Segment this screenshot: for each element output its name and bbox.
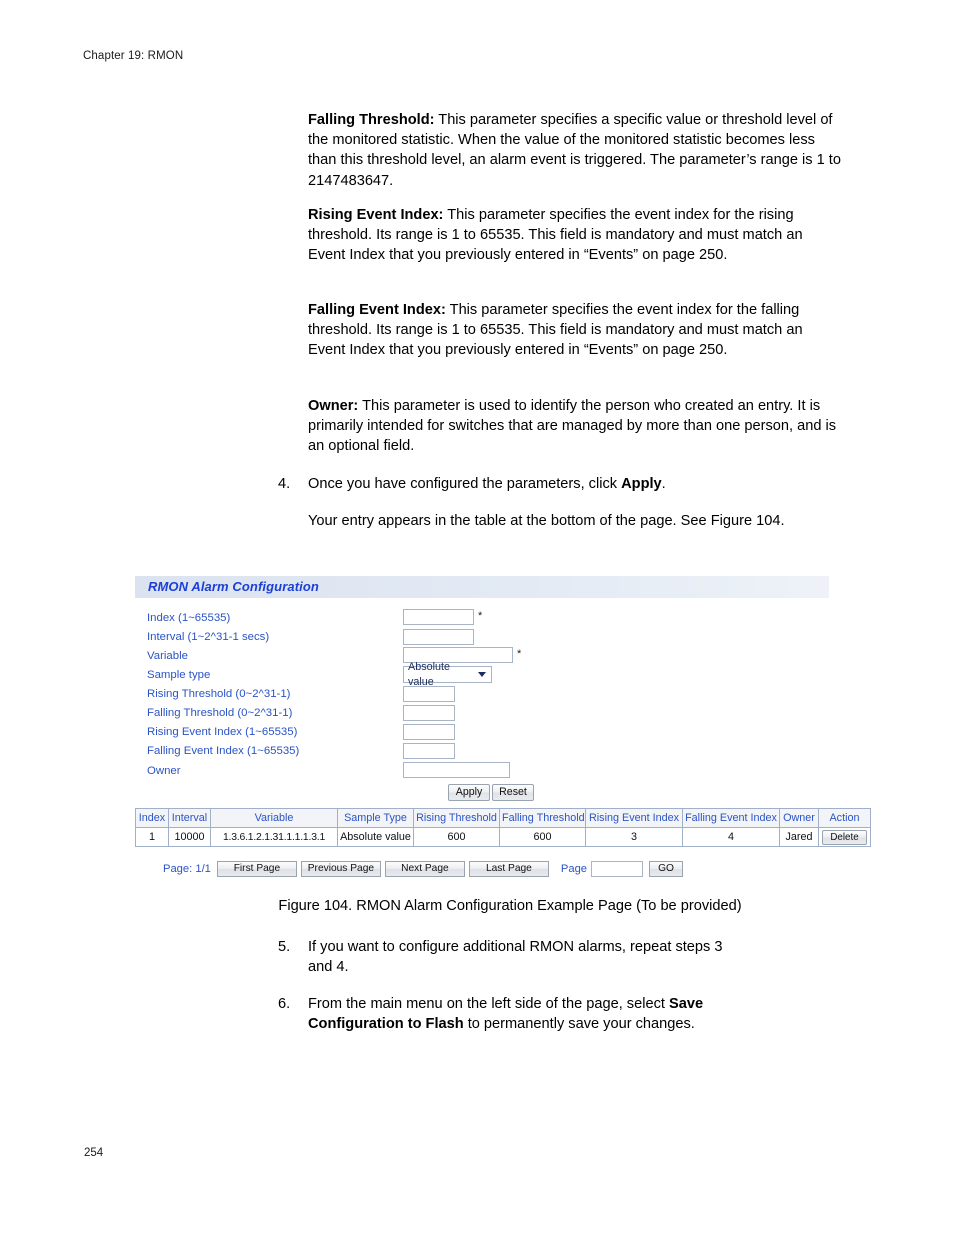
input-falling-threshold[interactable] (403, 705, 455, 721)
cell-falling-threshold: 600 (499, 827, 586, 847)
col-sample-type: Sample Type (337, 808, 414, 828)
step-5-number: 5. (278, 939, 291, 955)
col-falling-threshold: Falling Threshold (499, 808, 586, 828)
step-6-text-before: From the main menu on the left side of t… (308, 996, 669, 1012)
step-5: 5. If you want to configure additional R… (278, 937, 748, 977)
label-index: Index (1~65535) (147, 612, 231, 624)
label-rising-threshold: Rising Threshold (0~2^31-1) (147, 688, 291, 700)
term-falling-event-index: Falling Event Index: (308, 302, 446, 318)
paragraph-rising-event-index: Rising Event Index: This parameter speci… (308, 205, 842, 266)
previous-page-button[interactable]: Previous Page (300, 861, 381, 877)
input-owner[interactable] (403, 762, 510, 778)
step-6: 6. From the main menu on the left side o… (278, 994, 778, 1034)
cell-rising-threshold: 600 (413, 827, 500, 847)
next-page-button[interactable]: Next Page (384, 861, 465, 877)
col-action: Action (818, 808, 871, 828)
table-pagination: Page: 1/1 First Page Previous Page Next … (163, 861, 684, 877)
label-sample-type: Sample type (147, 669, 211, 681)
paragraph-falling-event-index: Falling Event Index: This parameter spec… (308, 300, 842, 361)
cell-action: Delete (818, 827, 871, 847)
select-sample-type-value: Absolute value (408, 660, 451, 688)
term-rising-event-index: Rising Event Index: (308, 207, 444, 223)
page-status: Page: 1/1 (163, 863, 211, 875)
step-6-text: From the main menu on the left side of t… (308, 994, 778, 1034)
first-page-button[interactable]: First Page (216, 861, 297, 877)
col-rising-event-index: Rising Event Index (585, 808, 683, 828)
reset-button[interactable]: Reset (492, 784, 534, 801)
step-4-note: Your entry appears in the table at the b… (308, 513, 785, 529)
col-rising-threshold: Rising Threshold (413, 808, 500, 828)
label-falling-event-index: Falling Event Index (1~65535) (147, 745, 300, 757)
cell-owner: Jared (779, 827, 819, 847)
step-6-text-after: to permanently save your changes. (463, 1016, 695, 1033)
page-input-label: Page (560, 863, 588, 875)
apply-button[interactable]: Apply (448, 784, 490, 801)
table-row: 1 10000 1.3.6.1.2.1.31.1.1.1.3.1 Absolut… (135, 827, 871, 847)
input-rising-threshold[interactable] (403, 686, 455, 702)
required-marker-variable: * (517, 648, 522, 660)
input-index[interactable] (403, 609, 474, 625)
step-4: 4. Once you have configured the paramete… (278, 474, 844, 494)
last-page-button[interactable]: Last Page (468, 861, 549, 877)
col-index: Index (135, 808, 169, 828)
page-number: 254 (84, 1147, 104, 1159)
go-button[interactable]: GO (649, 861, 684, 877)
step-4-text-before: Once you have configured the parameters,… (308, 476, 622, 492)
panel-title: RMON Alarm Configuration (135, 576, 829, 598)
label-owner: Owner (147, 765, 181, 777)
col-owner: Owner (779, 808, 819, 828)
term-owner: Owner: (308, 398, 359, 414)
label-falling-threshold: Falling Threshold (0~2^31-1) (147, 707, 293, 719)
chevron-down-icon (478, 672, 486, 677)
cell-rising-event-index: 3 (585, 827, 683, 847)
label-interval: Interval (1~2^31-1 secs) (147, 631, 270, 643)
select-sample-type[interactable]: Absolute value (403, 661, 492, 688)
cell-falling-event-index: 4 (682, 827, 780, 847)
term-falling-threshold: Falling Threshold: (308, 112, 435, 128)
input-falling-event-index[interactable] (403, 743, 455, 759)
step-4-bold: Apply (621, 476, 662, 492)
required-marker-index: * (478, 610, 483, 622)
paragraph-falling-threshold: Falling Threshold: This parameter specif… (308, 110, 842, 191)
figure-caption: Figure 104. RMON Alarm Configuration Exa… (278, 898, 742, 914)
alarm-config-form: Index (1~65535) * Interval (1~2^31-1 sec… (135, 609, 829, 801)
cell-sample-type: Absolute value (337, 827, 414, 847)
input-rising-event-index[interactable] (403, 724, 455, 740)
cell-index: 1 (135, 827, 169, 847)
rmon-alarm-configuration-panel: RMON Alarm Configuration Index (1~65535)… (135, 576, 829, 801)
table-header-row: Index Interval Variable Sample Type Risi… (135, 808, 871, 828)
cell-variable: 1.3.6.1.2.1.31.1.1.1.3.1 (210, 827, 338, 847)
label-variable: Variable (147, 650, 188, 662)
rmon-alarm-table: Index Interval Variable Sample Type Risi… (135, 808, 871, 847)
step-4-number: 4. (278, 476, 291, 492)
delete-button[interactable]: Delete (822, 829, 867, 845)
page-number-input[interactable] (591, 861, 644, 877)
step-4-text: Once you have configured the parameters,… (308, 474, 844, 494)
label-rising-event-index: Rising Event Index (1~65535) (147, 726, 298, 738)
col-interval: Interval (168, 808, 211, 828)
step-6-number: 6. (278, 996, 291, 1012)
col-variable: Variable (210, 808, 338, 828)
cell-interval: 10000 (168, 827, 211, 847)
text-owner: This parameter is used to identify the p… (308, 398, 837, 455)
input-interval[interactable] (403, 629, 474, 645)
step-4-text-after: . (661, 476, 666, 492)
col-falling-event-index: Falling Event Index (682, 808, 780, 828)
paragraph-owner: Owner: This parameter is used to identif… (308, 396, 842, 457)
step-5-text: If you want to configure additional RMON… (308, 939, 723, 976)
running-head: Chapter 19: RMON (83, 50, 184, 62)
